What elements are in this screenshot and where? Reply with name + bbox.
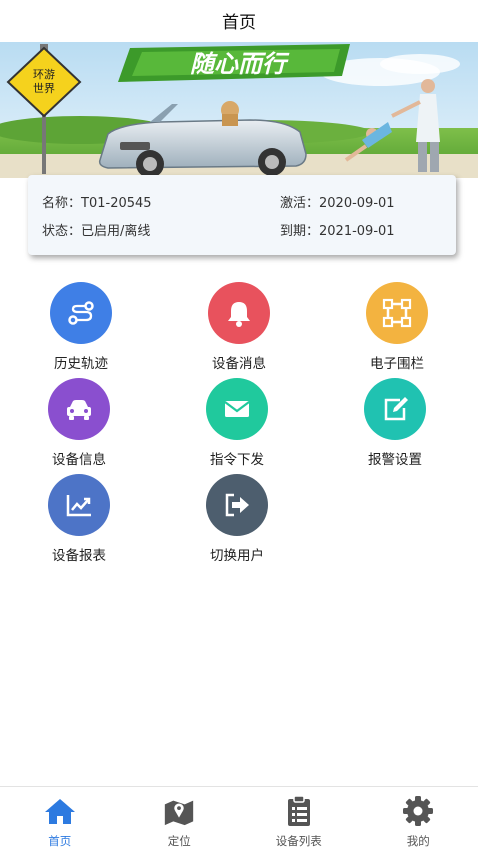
device-status-value: 已启用/离线: [81, 224, 151, 239]
gear-icon: [401, 795, 435, 827]
menu-device-report[interactable]: 设备报表: [19, 474, 139, 564]
bell-icon: [208, 282, 270, 344]
banner-image: 随心而行 环游 世界: [0, 42, 478, 178]
menu-device-info-label: 设备信息: [52, 452, 106, 468]
menu-switch-user-label: 切换用户: [210, 548, 264, 564]
nav-mine[interactable]: 我的: [359, 787, 478, 850]
device-name-label: 名称：: [42, 196, 82, 211]
menu-alarm-settings[interactable]: 报警设置: [335, 378, 455, 468]
menu-switch-user[interactable]: 切换用户: [177, 474, 297, 564]
sign-text-line2: 世界: [33, 82, 55, 95]
device-activate-value: 2020-09-01: [319, 196, 395, 211]
menu-history-track[interactable]: 历史轨迹: [21, 282, 141, 372]
menu-device-messages[interactable]: 设备消息: [179, 282, 299, 372]
nav-location[interactable]: 定位: [120, 787, 240, 850]
chart-icon: [48, 474, 110, 536]
device-expire-row: 到期：2021-09-01: [280, 220, 395, 239]
menu-device-report-label: 设备报表: [52, 548, 106, 564]
bottom-navigation: 首页 定位 设备列表 我的: [0, 786, 478, 850]
clipboard-list-icon: [282, 795, 316, 827]
device-name-value: T01-20545: [81, 196, 152, 211]
device-name-row: 名称：T01-20545: [42, 192, 152, 211]
menu-history-track-label: 历史轨迹: [54, 356, 108, 372]
title-bar: 首页: [0, 0, 478, 40]
nav-device-list[interactable]: 设备列表: [239, 787, 359, 850]
map-icon: [162, 795, 196, 827]
menu-device-messages-label: 设备消息: [212, 356, 266, 372]
fence-icon: [366, 282, 428, 344]
nav-location-label: 定位: [167, 834, 191, 848]
device-activate-row: 激活：2020-09-01: [280, 192, 395, 211]
device-activate-label: 激活：: [280, 196, 320, 211]
device-status-label: 状态：: [42, 224, 82, 239]
menu-send-command[interactable]: 指令下发: [177, 378, 297, 468]
switch-user-icon: [206, 474, 268, 536]
device-info-card: 名称：T01-20545 激活：2020-09-01 状态：已启用/离线 到期：…: [28, 175, 456, 255]
nav-mine-label: 我的: [406, 834, 430, 848]
device-status-row: 状态：已启用/离线: [42, 220, 150, 239]
nav-device-list-label: 设备列表: [275, 834, 322, 848]
edit-icon: [364, 378, 426, 440]
menu-send-command-label: 指令下发: [210, 452, 264, 468]
envelope-icon: [206, 378, 268, 440]
nav-home[interactable]: 首页: [0, 787, 120, 850]
car-icon: [48, 378, 110, 440]
device-expire-label: 到期：: [280, 224, 320, 239]
menu-alarm-settings-label: 报警设置: [368, 452, 422, 468]
page-title: 首页: [222, 12, 256, 33]
device-expire-value: 2021-09-01: [319, 224, 395, 239]
nav-home-label: 首页: [48, 834, 72, 848]
sign-text-line1: 环游: [33, 68, 55, 81]
menu-device-info[interactable]: 设备信息: [19, 378, 139, 468]
route-icon: [50, 282, 112, 344]
home-icon: [43, 795, 77, 827]
menu-geofence[interactable]: 电子围栏: [337, 282, 457, 372]
banner-slogan: 随心而行: [190, 50, 290, 78]
menu-geofence-label: 电子围栏: [370, 356, 424, 372]
